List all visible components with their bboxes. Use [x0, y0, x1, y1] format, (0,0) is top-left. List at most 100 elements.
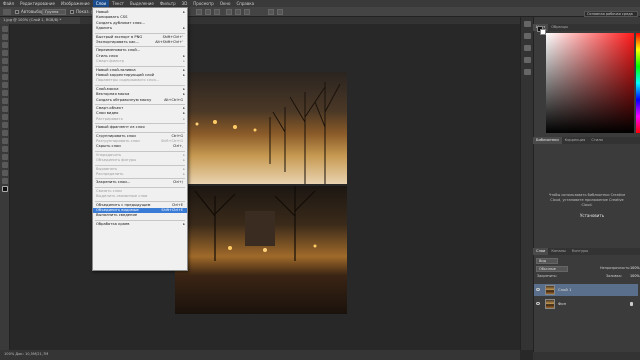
- transform-controls-checkbox[interactable]: [70, 10, 74, 14]
- blur-tool-icon[interactable]: [1, 122, 8, 128]
- layer-menu-item[interactable]: Новый фрагмент из слоя: [93, 125, 187, 130]
- blend-mode-dropdown[interactable]: Обычные: [536, 266, 568, 272]
- align-top-icon[interactable]: [196, 9, 202, 15]
- menu-window[interactable]: Окно: [217, 0, 234, 7]
- layer-filter-dropdown[interactable]: Вид: [536, 258, 558, 264]
- tab-adjustments[interactable]: Коррекция: [562, 137, 589, 144]
- tab-styles[interactable]: Стили: [588, 137, 606, 144]
- layer-menu-item[interactable]: Объединить с предыдущим Ctrl+E: [93, 203, 187, 208]
- gradient-tool-icon[interactable]: [1, 114, 8, 120]
- tab-layers[interactable]: Слои: [533, 248, 549, 255]
- zoom-tool-icon[interactable]: [1, 178, 8, 184]
- brush-tool-icon[interactable]: [1, 82, 8, 88]
- layer-menu-item[interactable]: Слои видео ▸: [93, 111, 187, 116]
- character-icon[interactable]: [523, 45, 531, 51]
- history-icon[interactable]: [523, 21, 531, 27]
- align-middle-icon[interactable]: [205, 9, 211, 15]
- layer-menu-item[interactable]: Выполнить сведение: [93, 213, 187, 218]
- fill-value[interactable]: 100%: [630, 274, 640, 278]
- menu-edit[interactable]: Редактирование: [17, 0, 58, 7]
- tab-swatches[interactable]: Образцы: [548, 24, 571, 31]
- pen-tool-icon[interactable]: [1, 138, 8, 144]
- autoselect-checkbox[interactable]: [15, 10, 19, 14]
- move-tool-icon[interactable]: [1, 26, 8, 32]
- layer-menu-item[interactable]: Векторная маска ▸: [93, 92, 187, 97]
- align-right-icon[interactable]: [244, 9, 250, 15]
- layer-row[interactable]: Слой 1: [534, 284, 638, 296]
- paragraph-icon[interactable]: [523, 57, 531, 63]
- type-tool-icon[interactable]: [1, 146, 8, 152]
- dodge-tool-icon[interactable]: [1, 130, 8, 136]
- crop-tool-icon[interactable]: [1, 58, 8, 64]
- menu-item-label: Разгруппировать слои: [96, 139, 140, 143]
- eyedropper-tool-icon[interactable]: [1, 66, 8, 72]
- history-brush-tool-icon[interactable]: [1, 98, 8, 104]
- marquee-tool-icon[interactable]: [1, 34, 8, 40]
- menu-item-label: Быстрый экспорт в PNG: [96, 34, 143, 39]
- distribute-icon[interactable]: [268, 9, 274, 15]
- layer-row[interactable]: Фон: [534, 298, 638, 310]
- layer-menu-item[interactable]: Обработка краев ▸: [93, 222, 187, 227]
- healing-tool-icon[interactable]: [1, 74, 8, 80]
- tab-libraries[interactable]: Библиотеки: [533, 137, 562, 144]
- align-bottom-icon[interactable]: [214, 9, 220, 15]
- visibility-eye-icon[interactable]: [536, 288, 540, 291]
- tab-paths[interactable]: Контуры: [569, 248, 591, 255]
- menu-select[interactable]: Выделение: [127, 0, 157, 7]
- layer-menu-item[interactable]: Закрепить слои... Ctrl+/: [93, 180, 187, 185]
- layer-menu-item[interactable]: Переименовать слой...: [93, 48, 187, 53]
- layer-menu-item[interactable]: Новый слой-заливка ▸: [93, 68, 187, 73]
- color-picker-field[interactable]: [546, 33, 634, 133]
- layer-menu-item[interactable]: Скрыть слои Ctrl+,: [93, 144, 187, 149]
- autoselect-dropdown[interactable]: Группа: [42, 9, 66, 15]
- opacity-value[interactable]: 100%: [630, 266, 640, 270]
- menu-layer[interactable]: Слои: [92, 0, 110, 7]
- align-center-icon[interactable]: [235, 9, 241, 15]
- layer-menu-item[interactable]: Экспортировать как... Alt+Shift+Ctrl+': [93, 40, 187, 45]
- shape-tool-icon[interactable]: [1, 162, 8, 168]
- menu-item-shortcut: Alt+Shift+Ctrl+': [155, 40, 183, 44]
- menu-item-shortcut: Ctrl+/: [172, 180, 183, 185]
- path-select-tool-icon[interactable]: [1, 154, 8, 160]
- lasso-tool-icon[interactable]: [1, 42, 8, 48]
- layer-menu-item[interactable]: Смарт-объект ▸: [93, 106, 187, 111]
- layer-menu-item[interactable]: Создать дубликат слоя...: [93, 21, 187, 26]
- align-left-icon[interactable]: [226, 9, 232, 15]
- layer-menu-item[interactable]: Сгруппировать слои Ctrl+G: [93, 134, 187, 139]
- menu-3d[interactable]: 3D: [179, 0, 191, 7]
- move-tool-icon[interactable]: [3, 9, 11, 15]
- hand-tool-icon[interactable]: [1, 170, 8, 176]
- document-tab[interactable]: 1.jpg @ 100% (Слой 1, RGB/8) *: [0, 17, 80, 24]
- layer-menu-item: Параметры содержимого слоя...: [93, 78, 187, 83]
- hue-slider[interactable]: [636, 33, 640, 133]
- menu-help[interactable]: Справка: [233, 0, 257, 7]
- menu-image[interactable]: Изображение: [58, 0, 93, 7]
- menu-item-shortcut: Ctrl+E: [171, 202, 183, 207]
- distribute-h-icon[interactable]: [277, 9, 283, 15]
- layer-menu-item[interactable]: Копировать CSS: [93, 15, 187, 20]
- layer-menu-item[interactable]: Быстрый экспорт в PNG Shift+Ctrl+': [93, 35, 187, 40]
- brush-presets-icon[interactable]: [523, 69, 531, 75]
- color-swatches-icon[interactable]: [1, 186, 8, 192]
- menu-item-shortcut: Shift+Ctrl+': [162, 34, 183, 39]
- layer-menu-item[interactable]: Удалить ▸: [93, 26, 187, 31]
- tab-channels[interactable]: Каналы: [548, 248, 568, 255]
- menu-type[interactable]: Текст: [109, 0, 127, 7]
- menu-file[interactable]: Файл: [0, 0, 17, 7]
- layer-menu-item[interactable]: Новый корректирующий слой ▸: [93, 73, 187, 78]
- install-creative-cloud-link[interactable]: Установить: [572, 213, 612, 218]
- layer-menu-item[interactable]: Новый ▸: [93, 10, 187, 15]
- stamp-tool-icon[interactable]: [1, 90, 8, 96]
- menu-separator: [95, 32, 185, 34]
- layer-menu-item[interactable]: Слой-маска ▸: [93, 87, 187, 92]
- eraser-tool-icon[interactable]: [1, 106, 8, 112]
- layer-menu-item[interactable]: Объединить видимые Shift+Ctrl+E: [93, 208, 187, 213]
- layer-menu-item[interactable]: Стиль слоя ▸: [93, 54, 187, 59]
- visibility-eye-icon[interactable]: [536, 302, 540, 305]
- properties-icon[interactable]: [523, 33, 531, 39]
- menu-view[interactable]: Просмотр: [190, 0, 217, 7]
- quick-select-tool-icon[interactable]: [1, 50, 8, 56]
- menu-filter[interactable]: Фильтр: [157, 0, 179, 7]
- layer-menu-item[interactable]: Создать обтравочную маску Alt+Ctrl+G: [93, 98, 187, 103]
- submenu-arrow-icon: ▸: [183, 158, 185, 163]
